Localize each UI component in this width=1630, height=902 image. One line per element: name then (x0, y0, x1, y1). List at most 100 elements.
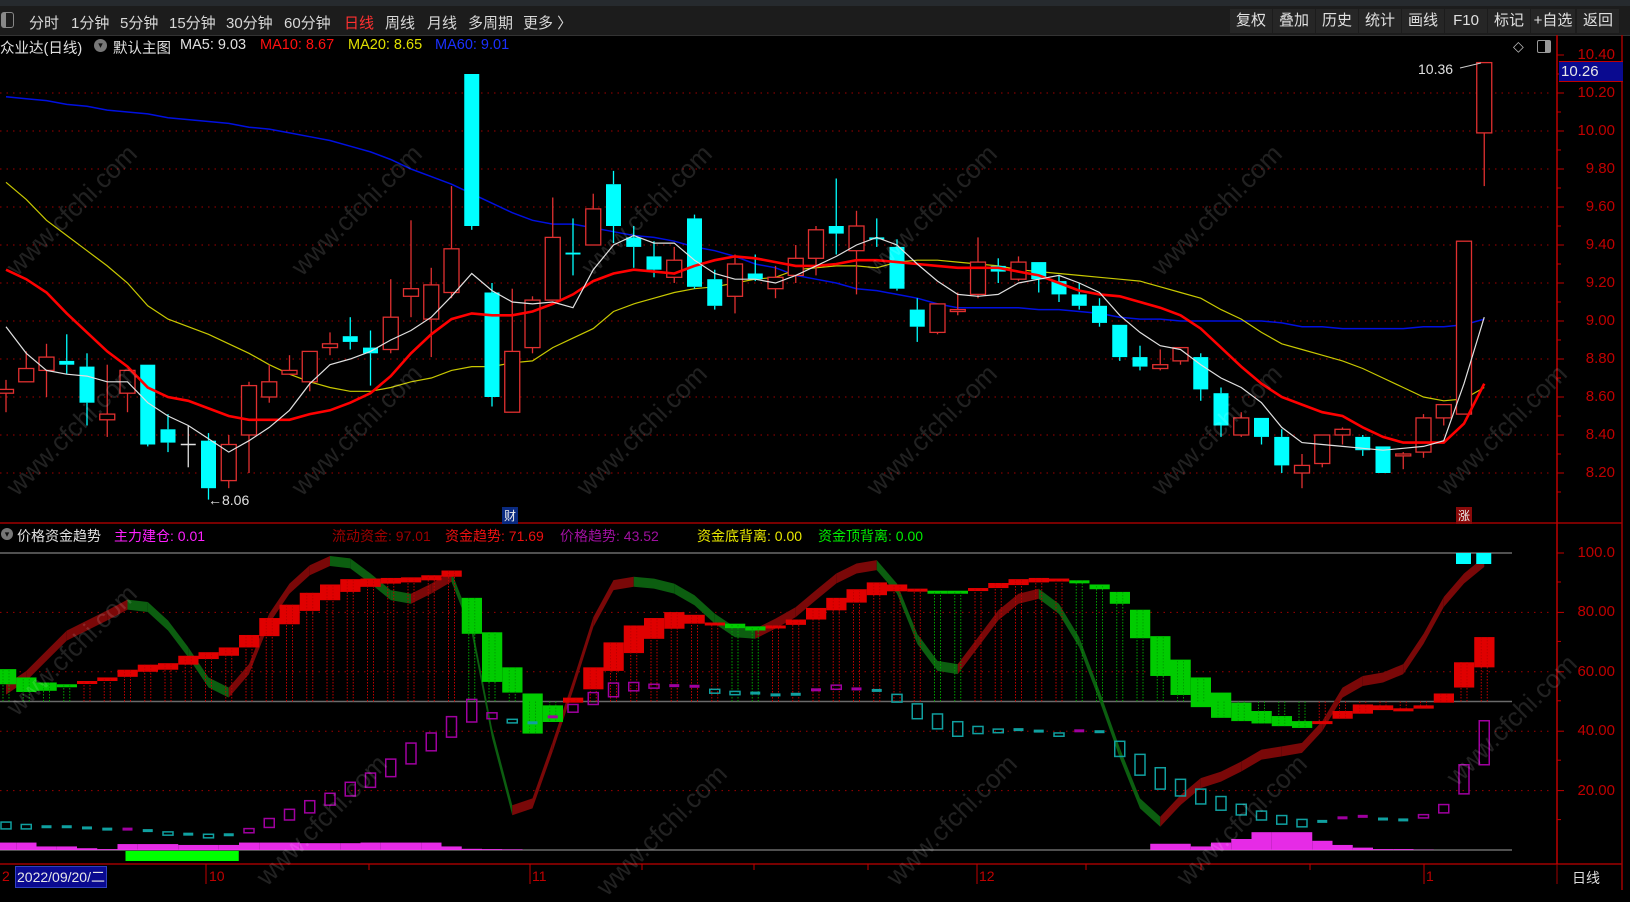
price-trend-box (1236, 804, 1246, 815)
candle-body-up (1315, 435, 1330, 464)
ma20-value: MA20: 8.65 (348, 37, 422, 53)
fund-trend-box (239, 635, 259, 647)
candle-body-down (1092, 306, 1107, 323)
fund-trend-box (907, 589, 927, 592)
price-trend-box (244, 829, 254, 833)
candle (0, 380, 14, 412)
price-trend-box (629, 682, 639, 690)
fund-trend-box (1373, 705, 1393, 710)
fund-trend-box (1454, 662, 1474, 687)
main-force-bar (158, 844, 178, 850)
candle (19, 351, 34, 381)
fund-trend-box (16, 677, 36, 692)
chevron-down-icon[interactable]: ▾ (94, 39, 107, 52)
candle-body-down (890, 247, 905, 289)
candle-body-up (525, 300, 540, 348)
main-force-bar (118, 844, 138, 850)
price-trend-dash (1317, 820, 1327, 823)
fund-trend-box (219, 647, 239, 655)
template-selector[interactable]: 默认主图 (113, 37, 171, 58)
indicator-name[interactable]: 价格资金趋势 (17, 526, 101, 546)
price-trend-box (345, 782, 355, 796)
candle (1133, 346, 1148, 371)
fund-trend-box (745, 626, 765, 630)
candle-body-down (687, 218, 702, 286)
fund-trend-box (583, 667, 603, 689)
fund-trend-box (988, 583, 1008, 588)
main-force-bar (1312, 841, 1332, 850)
main-force-bar (462, 849, 482, 850)
price-axis-label: 10.00 (1577, 122, 1615, 139)
low-price-label: ←8.06 (208, 492, 249, 508)
fund-trend-box (340, 579, 360, 592)
liquid-funds-ribbon (168, 620, 188, 657)
price-axis-label: 9.00 (1586, 312, 1615, 329)
main-force-bar (1373, 849, 1393, 850)
candle-body-down (1072, 294, 1087, 305)
liquid-funds-ribbon (492, 728, 512, 815)
diamond-icon[interactable]: ◇ (1513, 38, 1524, 55)
price-trend-box (1419, 815, 1429, 818)
fund-trend-box (867, 582, 887, 595)
fund-trend-box (1090, 584, 1110, 589)
price-trend-box (1135, 754, 1145, 775)
period-label[interactable]: 日线 (1572, 868, 1600, 888)
price-trend-box (1054, 733, 1064, 736)
candle (80, 353, 95, 425)
main-force-bar (1292, 832, 1312, 850)
main-force-bar (1272, 832, 1292, 850)
candle-body-up (221, 445, 236, 481)
fund-trend-box (948, 591, 968, 594)
fund-trend-box (826, 598, 846, 610)
candle-body-up (1477, 63, 1492, 133)
main-force-bar (16, 843, 36, 850)
candle-body-down (140, 365, 155, 445)
chart-canvas[interactable] (0, 0, 1630, 890)
candle (1335, 427, 1350, 444)
candle (59, 334, 74, 374)
liquid-funds-ribbon (654, 579, 674, 594)
price-trend-dash (548, 715, 558, 718)
panel-toggle-icon[interactable] (1537, 40, 1551, 53)
candle-body-up (849, 226, 864, 251)
liquid-funds-ribbon (1343, 676, 1363, 698)
chevron-down-icon[interactable]: ▾ (1, 528, 13, 540)
indicator-axis-label: 40.00 (1577, 722, 1615, 739)
candle (707, 270, 722, 310)
liquid-funds-ribbon (1140, 798, 1160, 826)
price-trend-dash (102, 828, 112, 831)
bottom-divergence-value: 资金底背离: 0.00 (697, 526, 802, 546)
liquid-funds-ribbon (1221, 762, 1241, 782)
fund-trend-box (968, 588, 988, 591)
price-trend-dash (1074, 729, 1084, 732)
liquid-funds-ribbon (816, 574, 836, 601)
liquid-funds-ribbon (634, 577, 654, 589)
liquid-funds-ribbon (1241, 750, 1261, 772)
candle (1416, 414, 1431, 458)
financial-report-marker[interactable]: 财 (502, 507, 518, 524)
main-force-bar (259, 843, 279, 850)
candle (910, 298, 925, 342)
candle (302, 351, 317, 391)
fund-trend-box (806, 608, 826, 620)
price-trend-dash (1014, 728, 1024, 731)
price-trend-dash (82, 826, 92, 829)
fund-trend-box (604, 642, 624, 671)
price-trend-dash (690, 685, 700, 688)
price-trend-dash (1338, 816, 1348, 819)
month-label: 11 (532, 868, 547, 884)
price-trend-dash (852, 687, 862, 690)
price-trend-dash (123, 828, 133, 831)
top-signal-marker (1456, 553, 1471, 564)
candle-body-down (748, 274, 763, 280)
liquid-funds-ribbon (1363, 672, 1383, 686)
fund-trend-box (1191, 677, 1211, 707)
price-trend-dash (771, 693, 781, 696)
price-trend-box (568, 704, 578, 712)
limit-up-marker[interactable]: 涨 (1456, 507, 1472, 524)
candle (343, 317, 358, 349)
price-trend-box (831, 685, 841, 689)
main-force-bar (381, 843, 401, 850)
candle-body-down (80, 367, 95, 403)
price-trend-box (1, 822, 11, 829)
